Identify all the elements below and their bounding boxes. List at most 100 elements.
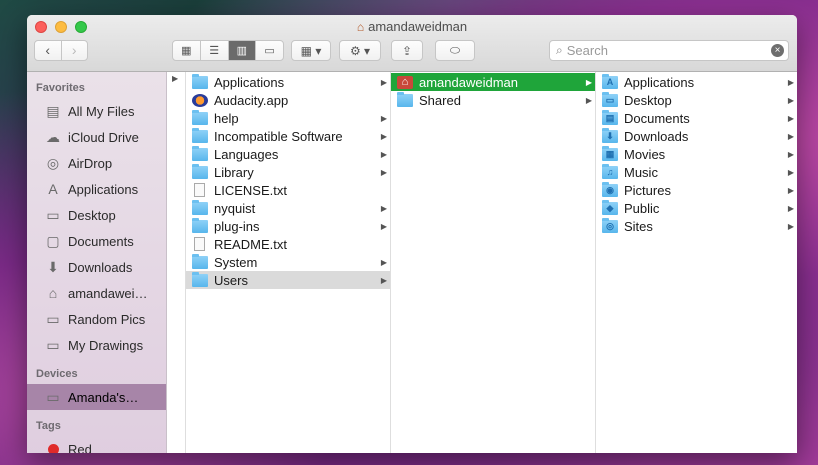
folder-icon: ◎: [602, 217, 618, 233]
sidebar-item[interactable]: ▤ All My Files: [27, 98, 166, 124]
chevron-right-icon: ▶: [380, 221, 387, 231]
laptop-icon: ▭: [46, 388, 60, 405]
sidebar-item[interactable]: ◎ AirDrop: [27, 150, 166, 176]
file-name: Pictures: [624, 182, 671, 198]
tag-button[interactable]: ⬭: [435, 40, 475, 61]
sidebar-item[interactable]: ▭ Desktop: [27, 202, 166, 228]
folder-icon: A: [602, 73, 618, 89]
file-row[interactable]: Library ▶: [186, 163, 390, 181]
file-row[interactable]: ◎ Sites ▶: [596, 217, 797, 235]
sidebar-item[interactable]: ☁ iCloud Drive: [27, 124, 166, 150]
file-row[interactable]: nyquist ▶: [186, 199, 390, 217]
file-name: plug-ins: [214, 218, 260, 234]
devices-header: Devices: [36, 368, 78, 380]
sidebar-item[interactable]: ▭ My Drawings: [27, 332, 166, 358]
file-row[interactable]: plug-ins ▶: [186, 217, 390, 235]
file-row[interactable]: Languages ▶: [186, 145, 390, 163]
file-row[interactable]: ▦ Movies ▶: [596, 145, 797, 163]
share-button[interactable]: ⇪: [391, 40, 423, 61]
search-icon: ⌕: [556, 43, 563, 57]
file-row[interactable]: ▤ Documents ▶: [596, 109, 797, 127]
column-audacity: Applications ▶ Audacity.app help ▶ Incompatib…: [186, 72, 391, 453]
sidebar-item-label: Downloads: [68, 259, 133, 275]
file-row[interactable]: help ▶: [186, 109, 390, 127]
chevron-right-icon: ▶: [380, 275, 387, 285]
file-row[interactable]: ♫ Music ▶: [596, 163, 797, 181]
file-name: Documents: [624, 110, 690, 126]
back-forward-group: ‹ ›: [34, 40, 88, 61]
file-name: Incompatible Software: [214, 128, 343, 144]
file-name: Shared: [419, 92, 461, 108]
file-name: Movies: [624, 146, 666, 162]
file-name: README.txt: [214, 236, 287, 252]
sidebar-item[interactable]: ▭ Random Pics: [27, 306, 166, 332]
arrange-button[interactable]: ▦ ▾: [291, 40, 331, 61]
file-row[interactable]: Audacity.app: [186, 91, 390, 109]
sidebar-item[interactable]: ⌂ amandawei…: [27, 280, 166, 306]
clear-search-icon[interactable]: ×: [771, 44, 784, 57]
sidebar-item-label: iCloud Drive: [68, 129, 139, 145]
file-row[interactable]: ◆ Public ▶: [596, 199, 797, 217]
file-row[interactable]: README.txt: [186, 235, 390, 253]
sidebar-item-label: amandawei…: [68, 285, 148, 301]
sidebar-item-label: All My Files: [68, 103, 135, 119]
file-row[interactable]: A Applications ▶: [596, 73, 797, 91]
folder-icon: ▭: [46, 310, 60, 327]
downloads-icon: ⬇: [47, 258, 59, 275]
file-row[interactable]: LICENSE.txt: [186, 181, 390, 199]
airdrop-icon: ◎: [46, 154, 60, 171]
chevron-right-icon: ▶: [787, 77, 794, 87]
sidebar-item[interactable]: ⬇ Downloads: [27, 254, 166, 280]
icon-view-button[interactable]: ▦: [173, 41, 201, 60]
file-row[interactable]: Applications ▶: [186, 73, 390, 91]
folder-icon: [192, 163, 208, 179]
back-button[interactable]: ‹: [35, 41, 61, 60]
sidebar-item[interactable]: ▭ Amanda's…: [27, 384, 166, 410]
folder-icon: ♫: [602, 163, 618, 179]
folder-icon: ⬇: [602, 127, 618, 143]
action-gear-button[interactable]: ⚙ ▾: [339, 40, 381, 61]
chevron-right-icon: ▶: [787, 149, 794, 159]
sidebar-item-label: AirDrop: [68, 155, 113, 171]
file-row[interactable]: ◉ Pictures ▶: [596, 181, 797, 199]
sidebar-item-label: Desktop: [68, 207, 116, 223]
sidebar-item[interactable]: A Applications: [27, 176, 166, 202]
list-view-button[interactable]: ☰: [201, 41, 229, 60]
file-row[interactable]: System ▶: [186, 253, 390, 271]
users-folder-icon: [192, 271, 208, 287]
file-row[interactable]: ⌂ amandaweidman ▶: [391, 73, 595, 91]
chevron-right-icon: ▶: [585, 77, 592, 87]
applications-icon: A: [48, 181, 58, 197]
toolbar: ⌂ amandaweidman ‹ › ▦ ☰ ▥ ▭ ▦ ▾ ⚙ ▾ ⇪ ⬭ …: [27, 15, 797, 72]
file-row[interactable]: Shared ▶: [391, 91, 595, 109]
folder-icon: ▦: [602, 145, 618, 161]
chevron-right-icon: ▶: [380, 131, 387, 141]
sidebar: Favorites ▤ All My Files ☁ iCloud Drive ◎ AirD…: [27, 72, 167, 453]
file-row[interactable]: ⬇ Downloads ▶: [596, 127, 797, 145]
desktop-icon: ▭: [46, 206, 60, 223]
cloud-icon: ☁: [46, 128, 60, 145]
chevron-right-icon: ▶: [380, 149, 387, 159]
file-name: LICENSE.txt: [214, 182, 287, 198]
sidebar-item-label: Random Pics: [68, 311, 146, 327]
folder-icon: [397, 91, 413, 107]
file-name: Languages: [214, 146, 279, 162]
file-name: Applications: [214, 74, 285, 90]
sidebar-item-label: Red: [68, 441, 92, 454]
forward-button[interactable]: ›: [60, 41, 88, 60]
window-title-text: amandaweidman: [368, 19, 468, 34]
cover-flow-button[interactable]: ▭: [256, 41, 283, 60]
chevron-right-icon: ▶: [787, 167, 794, 177]
sidebar-item-label: Documents: [68, 233, 134, 249]
file-row[interactable]: ▭ Desktop ▶: [596, 91, 797, 109]
sidebar-item[interactable]: Red: [27, 436, 166, 453]
file-row[interactable]: Incompatible Software ▶: [186, 127, 390, 145]
file-name: Desktop: [624, 92, 672, 108]
search-field[interactable]: ⌕ Search ×: [549, 40, 789, 61]
audacity-app-icon: [192, 93, 208, 107]
folder-icon: ▭: [602, 91, 618, 107]
file-name: Library: [214, 164, 254, 180]
file-row[interactable]: Users ▶: [186, 271, 390, 289]
sidebar-item[interactable]: ▢ Documents: [27, 228, 166, 254]
column-view-button[interactable]: ▥: [228, 41, 257, 60]
